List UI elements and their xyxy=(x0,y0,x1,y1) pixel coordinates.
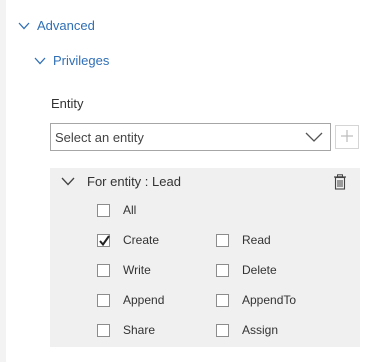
checkbox-appendto[interactable]: AppendTo xyxy=(216,293,296,307)
checkbox-appendto-box[interactable] xyxy=(216,293,229,307)
checkbox-create-box[interactable] xyxy=(97,233,110,247)
checkbox-append-box[interactable] xyxy=(97,293,110,307)
checkbox-read-label: Read xyxy=(242,233,271,247)
checkbox-write-label: Write xyxy=(123,263,151,277)
checkbox-all-box[interactable] xyxy=(97,203,110,217)
entity-select[interactable]: Select an entity xyxy=(50,123,331,151)
checkbox-delete[interactable]: Delete xyxy=(216,263,277,277)
checkbox-share-label: Share xyxy=(123,323,156,337)
entity-panel-toggle[interactable]: For entity : Lead xyxy=(61,174,181,189)
entity-privileges-panel: For entity : Lead All Create Read Write xyxy=(50,168,360,347)
checkbox-write[interactable]: Write xyxy=(97,263,151,277)
plus-icon xyxy=(340,129,354,146)
privileges-section-toggle[interactable]: Privileges xyxy=(34,53,109,68)
chevron-down-icon xyxy=(303,130,325,144)
checkbox-share-box[interactable] xyxy=(97,323,110,337)
add-entity-button[interactable] xyxy=(335,125,359,149)
trash-icon xyxy=(333,174,347,193)
checkbox-append-label: Append xyxy=(123,293,165,307)
chevron-down-icon xyxy=(34,57,46,65)
checkbox-delete-box[interactable] xyxy=(216,263,229,277)
checkbox-append[interactable]: Append xyxy=(97,293,164,307)
checkmark-icon xyxy=(99,234,110,246)
chevron-down-icon xyxy=(61,177,75,186)
entity-select-placeholder: Select an entity xyxy=(55,129,144,145)
chevron-down-icon xyxy=(18,22,30,30)
checkbox-appendto-label: AppendTo xyxy=(242,293,297,307)
checkbox-create-label: Create xyxy=(123,233,160,247)
checkbox-read-box[interactable] xyxy=(216,233,229,247)
left-border xyxy=(0,0,6,362)
entity-panel-title: For entity : Lead xyxy=(87,174,181,189)
privileges-label: Privileges xyxy=(53,53,110,68)
checkbox-all-label: All xyxy=(123,203,137,217)
entity-label: Entity xyxy=(51,96,84,111)
checkbox-assign-box[interactable] xyxy=(216,323,229,337)
checkbox-delete-label: Delete xyxy=(242,263,277,277)
delete-entity-button[interactable] xyxy=(333,174,349,191)
checkbox-share[interactable]: Share xyxy=(97,323,155,337)
checkbox-assign-label: Assign xyxy=(242,323,279,337)
advanced-section-toggle[interactable]: Advanced xyxy=(18,18,95,33)
checkbox-create[interactable]: Create xyxy=(97,233,159,247)
checkbox-read[interactable]: Read xyxy=(216,233,271,247)
checkbox-all[interactable]: All xyxy=(97,203,136,217)
checkbox-assign[interactable]: Assign xyxy=(216,323,278,337)
checkbox-write-box[interactable] xyxy=(97,263,110,277)
advanced-label: Advanced xyxy=(37,18,95,33)
